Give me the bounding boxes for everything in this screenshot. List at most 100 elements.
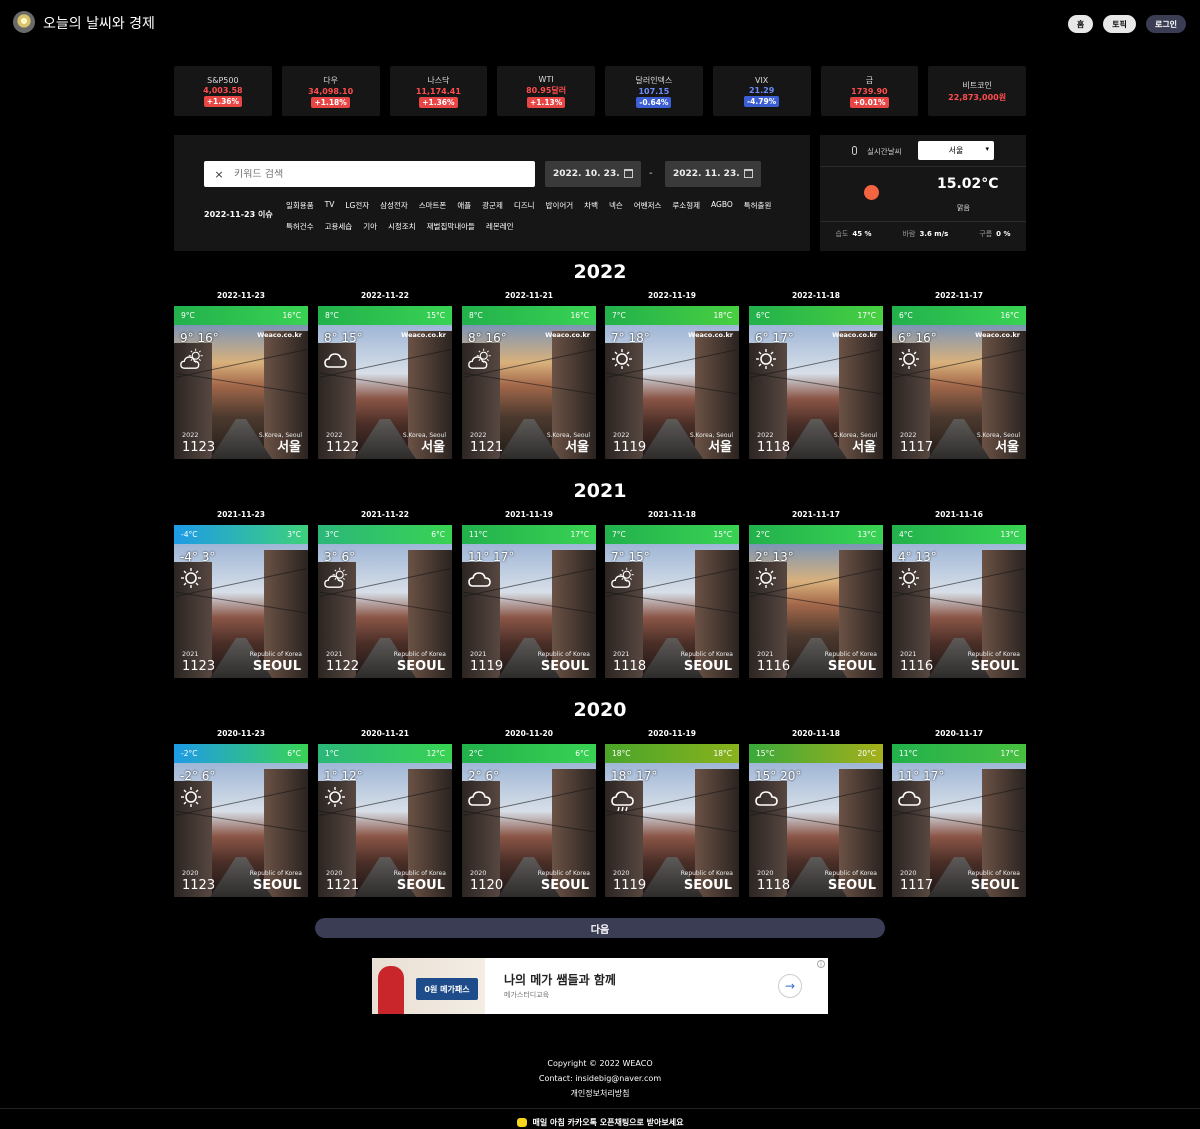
street-photo[interactable]: 15° 20° 2020 Republic of Korea 1118 SEOUL — [749, 763, 883, 897]
keyword-tag[interactable]: 특허건수 — [286, 221, 314, 232]
clear-icon[interactable]: × — [204, 168, 234, 181]
keyword-tag[interactable]: 재벌집막내아들 — [427, 221, 475, 232]
ticker-change: +1.13% — [526, 96, 566, 108]
date-to-input[interactable]: 2022. 11. 23. — [665, 161, 761, 187]
street-photo[interactable]: 2° 13° 2021 Republic of Korea 1116 SEOUL — [749, 544, 883, 678]
ticker-6[interactable]: 금 1739.90 +0.01% — [820, 66, 919, 116]
search-box[interactable]: × — [204, 161, 535, 187]
street-photo[interactable]: -2° 6° 2020 Republic of Korea 1123 SEOUL — [174, 763, 308, 897]
weather-card[interactable]: 2020-11-23 -2°C 6°C -2° 6° 2020 Republic of K… — [174, 727, 308, 897]
kakao-banner[interactable]: 매일 아침 카카오톡 오픈채팅으로 받아보세요 — [0, 1117, 1200, 1128]
keyword-search-input[interactable] — [234, 168, 535, 180]
weather-card[interactable]: 2020-11-17 11°C 17°C 11° 17° 2020 Republic of… — [892, 727, 1026, 897]
keyword-tag[interactable]: 일회용품 — [286, 200, 314, 211]
keyword-tag[interactable]: 특허출원 — [744, 200, 772, 211]
low-temp: 15°C — [756, 749, 775, 758]
weather-card[interactable]: 2022-11-21 8°C 16°C 8° 16° Weaco.co.kr 2022 S.… — [462, 289, 596, 459]
keyword-tag[interactable]: 스마트폰 — [419, 200, 447, 211]
keyword-tag[interactable]: 애플 — [457, 200, 471, 211]
street-photo[interactable]: 6° 16° Weaco.co.kr 2022 S.Korea, Seoul 1117 서… — [892, 325, 1026, 459]
topic-button[interactable]: 토픽 — [1103, 15, 1136, 33]
weather-card[interactable]: 2021-11-22 3°C 6°C 3° 6° 2021 Republic of Kor… — [318, 508, 452, 678]
keyword-tag[interactable]: 고용세습 — [325, 221, 353, 232]
keyword-tag[interactable]: AGBO — [711, 200, 733, 211]
keyword-tag[interactable]: LG전자 — [345, 200, 369, 211]
privacy-policy-link[interactable]: 개인정보처리방침 — [0, 1086, 1200, 1101]
kakao-text[interactable]: 매일 아침 카카오톡 오픈채팅으로 받아보세요 — [533, 1118, 684, 1127]
keyword-tag[interactable]: 광군제 — [482, 200, 503, 211]
ticker-value: 21.29 — [748, 85, 775, 95]
weather-card[interactable]: 2021-11-16 4°C 13°C 4° 13° 2021 Republic of K… — [892, 508, 1026, 678]
weather-card[interactable]: 2022-11-17 6°C 16°C 6° 16° Weaco.co.kr 2022 S.… — [892, 289, 1026, 459]
street-photo[interactable]: 11° 17° 2020 Republic of Korea 1117 SEOUL — [892, 763, 1026, 897]
weather-card[interactable]: 2020-11-21 1°C 12°C 1° 12° 2020 Republic of K… — [318, 727, 452, 897]
keyword-tag[interactable]: 어벤저스 — [634, 200, 662, 211]
street-photo[interactable]: 1° 12° 2020 Republic of Korea 1121 SEOUL — [318, 763, 452, 897]
weather-card[interactable]: 2021-11-23 -4°C 3°C -4° 3° 2021 Republic of K… — [174, 508, 308, 678]
street-photo[interactable]: 6° 17° Weaco.co.kr 2022 S.Korea, Seoul 1118 서… — [749, 325, 883, 459]
weather-card[interactable]: 2022-11-23 9°C 16°C 9° 16° Weaco.co.kr 2022 S.… — [174, 289, 308, 459]
street-photo[interactable]: 3° 6° 2021 Republic of Korea 1122 SEOUL — [318, 544, 452, 678]
keyword-tag[interactable]: 넥슨 — [609, 200, 623, 211]
street-photo[interactable]: 18° 17° 2020 Republic of Korea 1119 SEOUL — [605, 763, 739, 897]
keyword-tag[interactable]: 디즈니 — [514, 200, 535, 211]
keyword-tag[interactable]: 차백 — [584, 200, 598, 211]
weather-card[interactable]: 2020-11-18 15°C 20°C 15° 20° 2020 Republic of… — [749, 727, 883, 897]
street-photo[interactable]: 2° 6° 2020 Republic of Korea 1120 SEOUL — [462, 763, 596, 897]
sun-icon — [180, 786, 206, 808]
weather-card[interactable]: 2022-11-19 7°C 18°C 7° 18° Weaco.co.kr 2022 S.… — [605, 289, 739, 459]
next-button[interactable]: 다음 — [315, 918, 885, 938]
street-photo[interactable]: 7° 18° Weaco.co.kr 2022 S.Korea, Seoul 1119 서… — [605, 325, 739, 459]
wind-label: 바람 — [902, 230, 916, 238]
ticker-1[interactable]: 다우 34,098.10 +1.18% — [281, 66, 380, 116]
weather-card[interactable]: 2022-11-18 6°C 17°C 6° 17° Weaco.co.kr 2022 S.… — [749, 289, 883, 459]
street-photo[interactable]: 8° 15° Weaco.co.kr 2022 S.Korea, Seoul 1122 서… — [318, 325, 452, 459]
advertisement-banner[interactable]: 0원 메가패스 나의 메가 쌤들과 함께 메가스터디교육 → i — [372, 958, 828, 1014]
city-select[interactable]: 서울 ▾ — [918, 141, 994, 160]
photo-city: SEOUL — [540, 878, 589, 893]
street-photo[interactable]: -4° 3° 2021 Republic of Korea 1123 SEOUL — [174, 544, 308, 678]
ticker-7[interactable]: 비트코인 22,873,000원 — [928, 66, 1026, 116]
photo-city: 서울 — [995, 440, 1019, 455]
ticker-4[interactable]: 달러인덱스 107.15 -0.64% — [605, 66, 703, 116]
keyword-tag[interactable]: 삼성전자 — [380, 200, 408, 211]
weather-card[interactable]: 2021-11-18 7°C 15°C 7° 15° 2021 Republic of K… — [605, 508, 739, 678]
ticker-0[interactable]: S&P500 4,003.58 +1.36% — [174, 66, 272, 116]
keyword-tag[interactable]: 루소형제 — [672, 200, 700, 211]
street-photo[interactable]: 11° 17° 2021 Republic of Korea 1119 SEOUL — [462, 544, 596, 678]
ticker-name: 나스닥 — [427, 75, 450, 85]
sun-icon — [611, 348, 637, 370]
photo-year: 2021 — [182, 650, 199, 658]
weather-card[interactable]: 2020-11-19 18°C 18°C 18° 17° 2020 Republic of… — [605, 727, 739, 897]
keyword-tag[interactable]: 레몬레인 — [486, 221, 514, 232]
ticker-3[interactable]: WTI 80.95달러 +1.13% — [497, 66, 595, 116]
weather-card[interactable]: 2021-11-19 11°C 17°C 11° 17° 2021 Republic of… — [462, 508, 596, 678]
arrow-right-icon[interactable]: → — [778, 974, 802, 998]
keyword-tag[interactable]: TV — [325, 200, 335, 211]
ad-image[interactable]: 0원 메가패스 — [372, 958, 485, 1014]
calendar-icon[interactable] — [624, 169, 633, 178]
date-from-input[interactable]: 2022. 10. 23. — [545, 161, 641, 187]
keyword-tag[interactable]: 밥이어거 — [546, 200, 574, 211]
photo-temps: 6° 17° — [755, 331, 794, 345]
logo-icon[interactable] — [13, 11, 35, 33]
weather-card[interactable]: 2022-11-22 8°C 15°C 8° 15° Weaco.co.kr 2022 S.… — [318, 289, 452, 459]
street-photo[interactable]: 7° 15° 2021 Republic of Korea 1118 SEOUL — [605, 544, 739, 678]
street-photo[interactable]: 9° 16° Weaco.co.kr 2022 S.Korea, Seoul 1123 서… — [174, 325, 308, 459]
divider — [820, 221, 1026, 222]
street-photo[interactable]: 8° 16° Weaco.co.kr 2022 S.Korea, Seoul 1121 서… — [462, 325, 596, 459]
ticker-2[interactable]: 나스닥 11,174.41 +1.36% — [389, 66, 488, 116]
ad-title[interactable]: 나의 메가 쌤들과 함께 — [504, 971, 616, 988]
home-button[interactable]: 홈 — [1068, 15, 1093, 33]
street-photo[interactable]: 4° 13° 2021 Republic of Korea 1116 SEOUL — [892, 544, 1026, 678]
photo-month-day: 1122 — [326, 659, 360, 674]
site-title[interactable]: 오늘의 날씨와 경제 — [43, 13, 155, 33]
info-icon[interactable]: i — [817, 960, 825, 968]
keyword-tag[interactable]: 시정조치 — [388, 221, 416, 232]
weather-card[interactable]: 2021-11-17 2°C 13°C 2° 13° 2021 Republic of K… — [749, 508, 883, 678]
calendar-icon[interactable] — [744, 169, 753, 178]
weather-card[interactable]: 2020-11-20 2°C 6°C 2° 6° 2020 Republic of Kor… — [462, 727, 596, 897]
ticker-5[interactable]: VIX 21.29 -4.79% — [712, 66, 811, 116]
login-button[interactable]: 로그인 — [1146, 15, 1186, 33]
keyword-tag[interactable]: 기아 — [363, 221, 377, 232]
